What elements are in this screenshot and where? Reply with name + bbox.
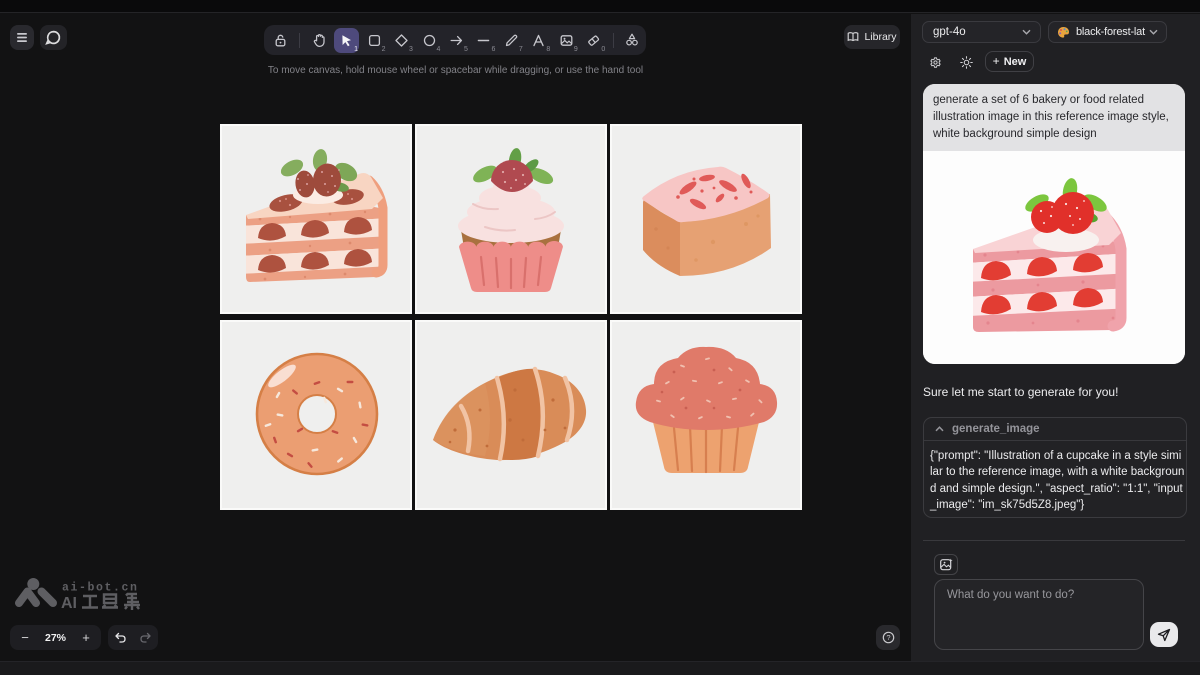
svg-text:ai-bot.cn: ai-bot.cn	[62, 582, 139, 595]
svg-text:?: ?	[886, 633, 890, 642]
svg-text:AI: AI	[61, 595, 77, 612]
